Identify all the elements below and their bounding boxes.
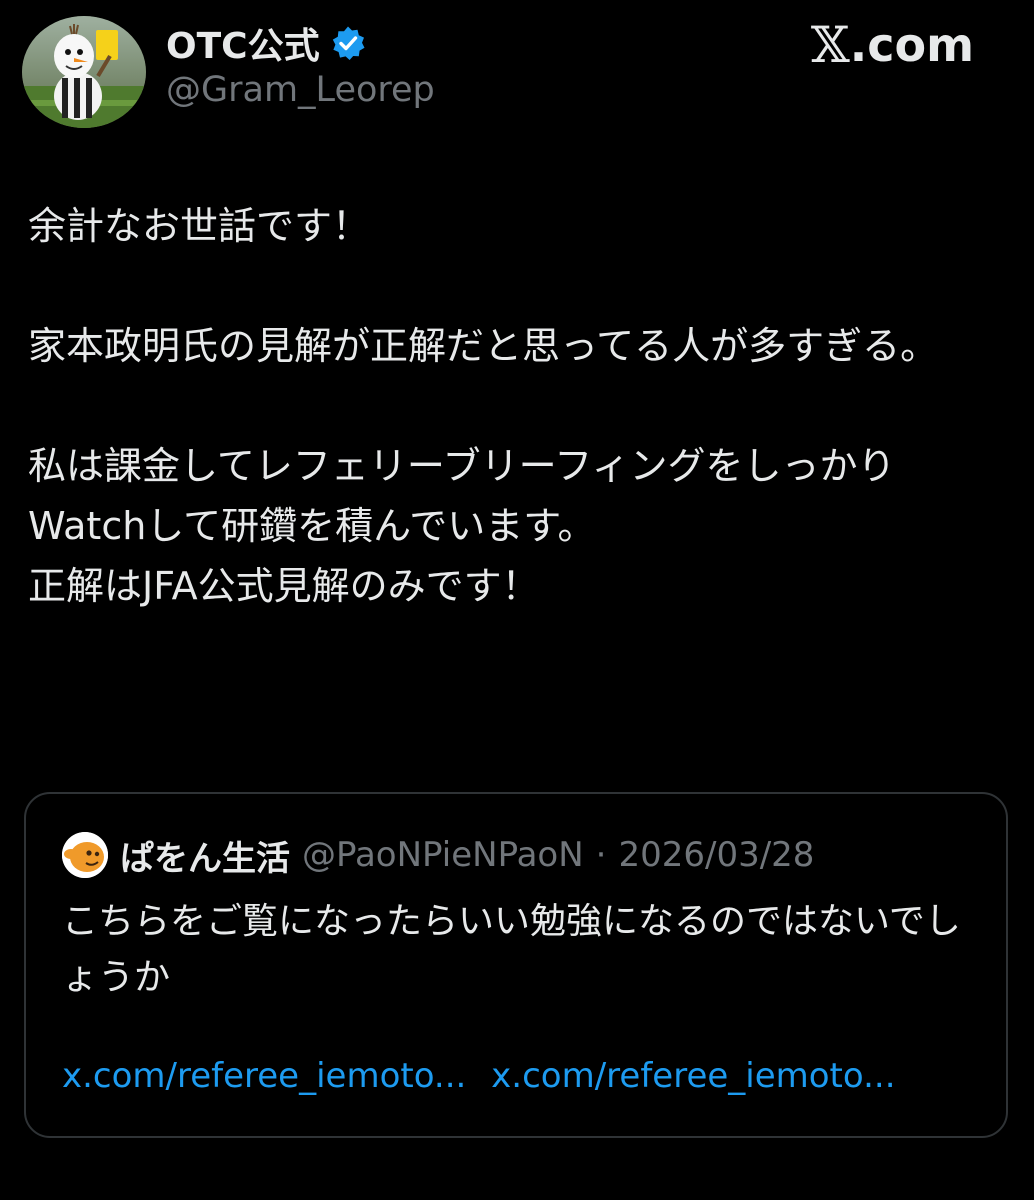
author-avatar[interactable] [22, 16, 146, 128]
post-paragraph: 私は課金してレフェリーブリーフィングをしっかりWatchして研鑽を積んでいます。… [28, 444, 896, 608]
post-body: 余計なお世話です！ 家本政明氏の見解が正解だと思ってる人が多すぎる。 私は課金し… [28, 196, 998, 616]
quoted-post-date[interactable]: 2026/03/28 [618, 835, 814, 875]
snowman-referee-avatar-icon [22, 16, 146, 128]
dot-separator: · [595, 835, 607, 875]
quoted-post-card[interactable]: ぱをん生活 @PaoNPieNPaoN · 2026/03/28 こちらをご覧に… [24, 792, 1008, 1138]
brand-watermark: 𝕏 .com [811, 16, 974, 74]
quoted-post-link[interactable]: x.com/referee_iemoto... [491, 1056, 895, 1096]
quoted-author-avatar[interactable] [62, 832, 108, 878]
post-paragraph: 家本政明氏の見解が正解だと思ってる人が多すぎる。 [28, 324, 939, 368]
post-paragraph: 余計なお世話です！ [28, 204, 371, 248]
quoted-post-links: x.com/referee_iemoto... x.com/referee_ie… [62, 1056, 910, 1096]
author-handle[interactable]: @Gram_Leorep [166, 70, 435, 110]
quoted-post-link[interactable]: x.com/referee_iemoto... [62, 1056, 466, 1096]
quoted-post-text: こちらをご覧になったらいい勉強になるのではないでしょうか [62, 901, 961, 998]
brand-site-text: .com [849, 18, 974, 72]
orange-creature-avatar-icon [62, 832, 108, 878]
x-logo-icon: 𝕏 [810, 16, 850, 74]
quoted-post-header: ぱをん生活 @PaoNPieNPaoN · 2026/03/28 [62, 830, 814, 880]
post-screenshot: OTC公式 @Gram_Leorep 𝕏 .com 余計なお世話です！ 家本政明… [0, 0, 1034, 1200]
quoted-author-handle[interactable]: @PaoNPieNPaoN [302, 835, 584, 875]
quoted-author-name[interactable]: ぱをん生活 [120, 831, 290, 880]
author-name-row: OTC公式 [166, 18, 366, 68]
verified-badge-icon [330, 25, 366, 61]
author-display-name[interactable]: OTC公式 [166, 17, 320, 69]
